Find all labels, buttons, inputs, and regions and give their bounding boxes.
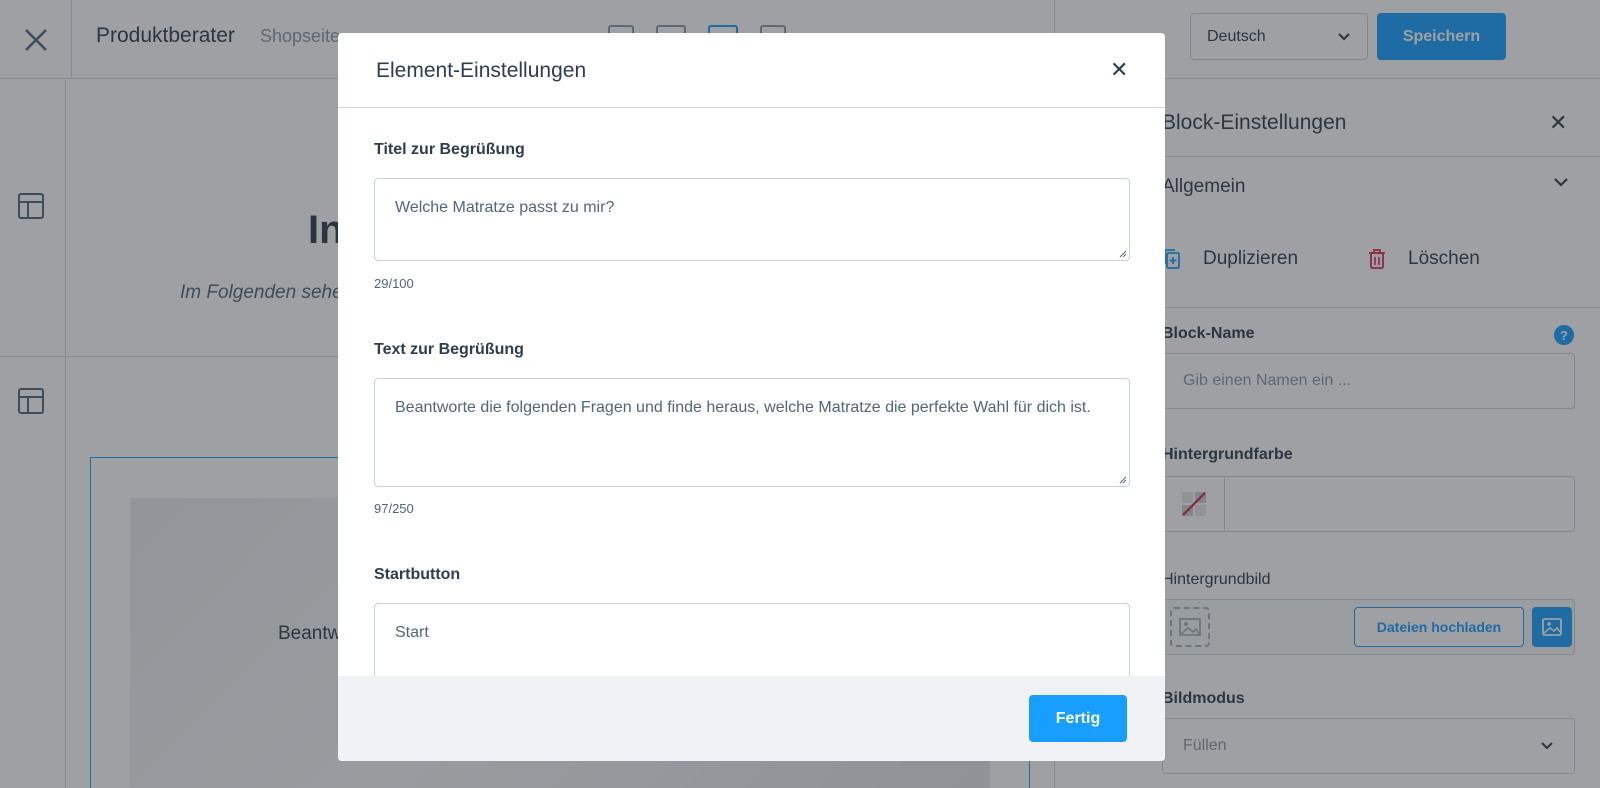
modal-header: Element-Einstellungen ✕: [338, 33, 1165, 108]
welcome-text-value: Beantworte die folgenden Fragen und find…: [395, 399, 1091, 416]
close-icon[interactable]: ✕: [1110, 57, 1128, 83]
resize-handle-icon[interactable]: [1117, 248, 1127, 258]
welcome-title-input[interactable]: Welche Matratze passt zu mir?: [374, 178, 1130, 261]
resize-handle-icon[interactable]: [1117, 474, 1127, 484]
welcome-text-counter: 97/250: [374, 501, 414, 516]
welcome-title-label: Titel zur Begrüßung: [374, 141, 525, 158]
welcome-title-value: Welche Matratze passt zu mir?: [395, 199, 615, 216]
start-button-label: Startbutton: [374, 566, 461, 583]
start-button-value: Start: [395, 624, 429, 641]
welcome-title-counter: 29/100: [374, 276, 414, 291]
done-button[interactable]: Fertig: [1029, 695, 1127, 742]
modal-title: Element-Einstellungen: [376, 59, 587, 82]
welcome-text-label: Text zur Begrüßung: [374, 341, 524, 358]
element-settings-modal: Element-Einstellungen ✕ Titel zur Begrüß…: [338, 33, 1165, 761]
modal-footer: Fertig: [338, 676, 1165, 761]
welcome-text-input[interactable]: Beantworte die folgenden Fragen und find…: [374, 378, 1130, 487]
